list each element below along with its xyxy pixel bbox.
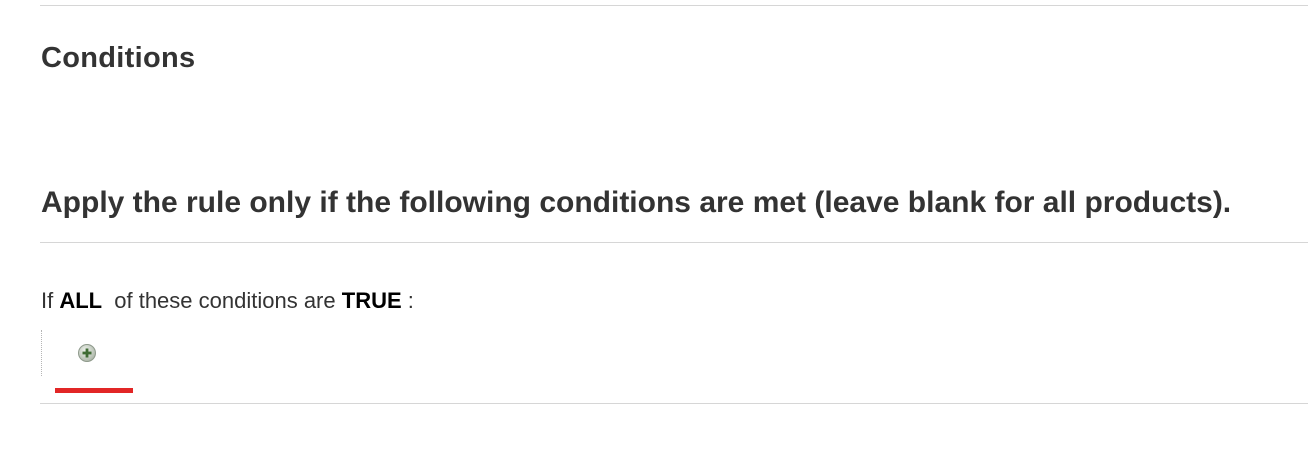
section-title: Conditions xyxy=(41,42,196,74)
condition-statement: If ALL of these conditions are TRUE : xyxy=(41,288,414,314)
conditions-tree xyxy=(41,330,142,376)
condition-suffix: : xyxy=(407,288,414,313)
legend-divider xyxy=(40,242,1308,243)
aggregator-select[interactable]: ALL xyxy=(59,288,102,313)
conditions-legend: Apply the rule only if the following con… xyxy=(41,186,1232,219)
condition-middle-text: of these conditions are xyxy=(114,288,336,313)
top-divider xyxy=(40,5,1308,6)
condition-prefix: If xyxy=(41,288,54,313)
plus-circle-icon xyxy=(78,344,96,362)
add-condition-button[interactable] xyxy=(77,343,97,363)
value-select[interactable]: TRUE xyxy=(342,288,402,313)
highlight-underline xyxy=(55,388,133,393)
conditions-panel: Conditions Apply the rule only if the fo… xyxy=(0,0,1308,458)
bottom-divider xyxy=(40,403,1308,404)
